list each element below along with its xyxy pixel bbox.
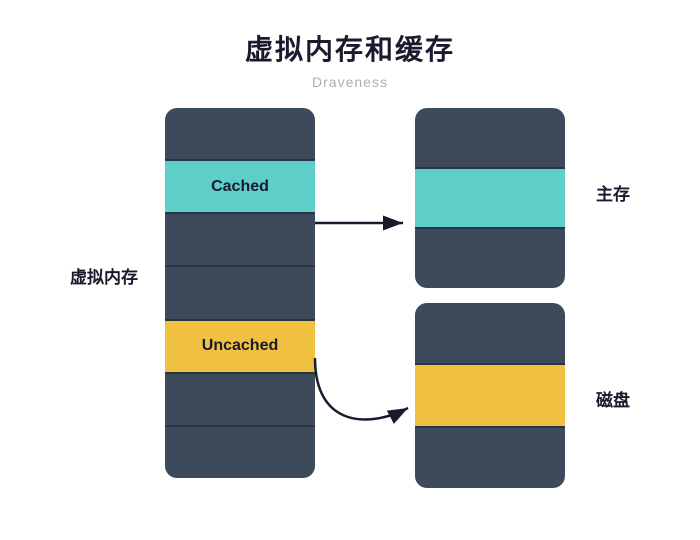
disk-block-uncached bbox=[415, 365, 565, 427]
vm-block-4 bbox=[165, 267, 315, 320]
diagram-area: 虚拟内存 Cached Uncached 主存 磁盘 bbox=[70, 108, 630, 478]
vm-block-6 bbox=[165, 374, 315, 427]
right-top-column bbox=[415, 108, 565, 288]
disk-block-3 bbox=[415, 428, 565, 488]
cached-arrow bbox=[315, 203, 415, 243]
disk-block-1 bbox=[415, 303, 565, 365]
mem-block-1 bbox=[415, 108, 565, 169]
vm-block-uncached: Uncached bbox=[165, 321, 315, 374]
disk-label: 磁盘 bbox=[596, 386, 630, 411]
main-memory-label: 主存 bbox=[596, 180, 630, 205]
vm-block-7 bbox=[165, 427, 315, 478]
vm-block-cached: Cached bbox=[165, 161, 315, 214]
mem-block-3 bbox=[415, 229, 565, 288]
cached-label: Cached bbox=[211, 178, 269, 196]
vm-block-1 bbox=[165, 108, 315, 161]
right-bottom-column bbox=[415, 303, 565, 488]
uncached-label: Uncached bbox=[202, 337, 278, 355]
virtual-memory-label: 虚拟内存 bbox=[70, 263, 138, 288]
vm-block-3 bbox=[165, 214, 315, 267]
column-gap bbox=[415, 288, 565, 293]
mem-block-cached bbox=[415, 169, 565, 230]
subtitle: Draveness bbox=[312, 74, 388, 90]
left-column: Cached Uncached bbox=[165, 108, 315, 478]
page-title: 虚拟内存和缓存 bbox=[245, 28, 455, 68]
